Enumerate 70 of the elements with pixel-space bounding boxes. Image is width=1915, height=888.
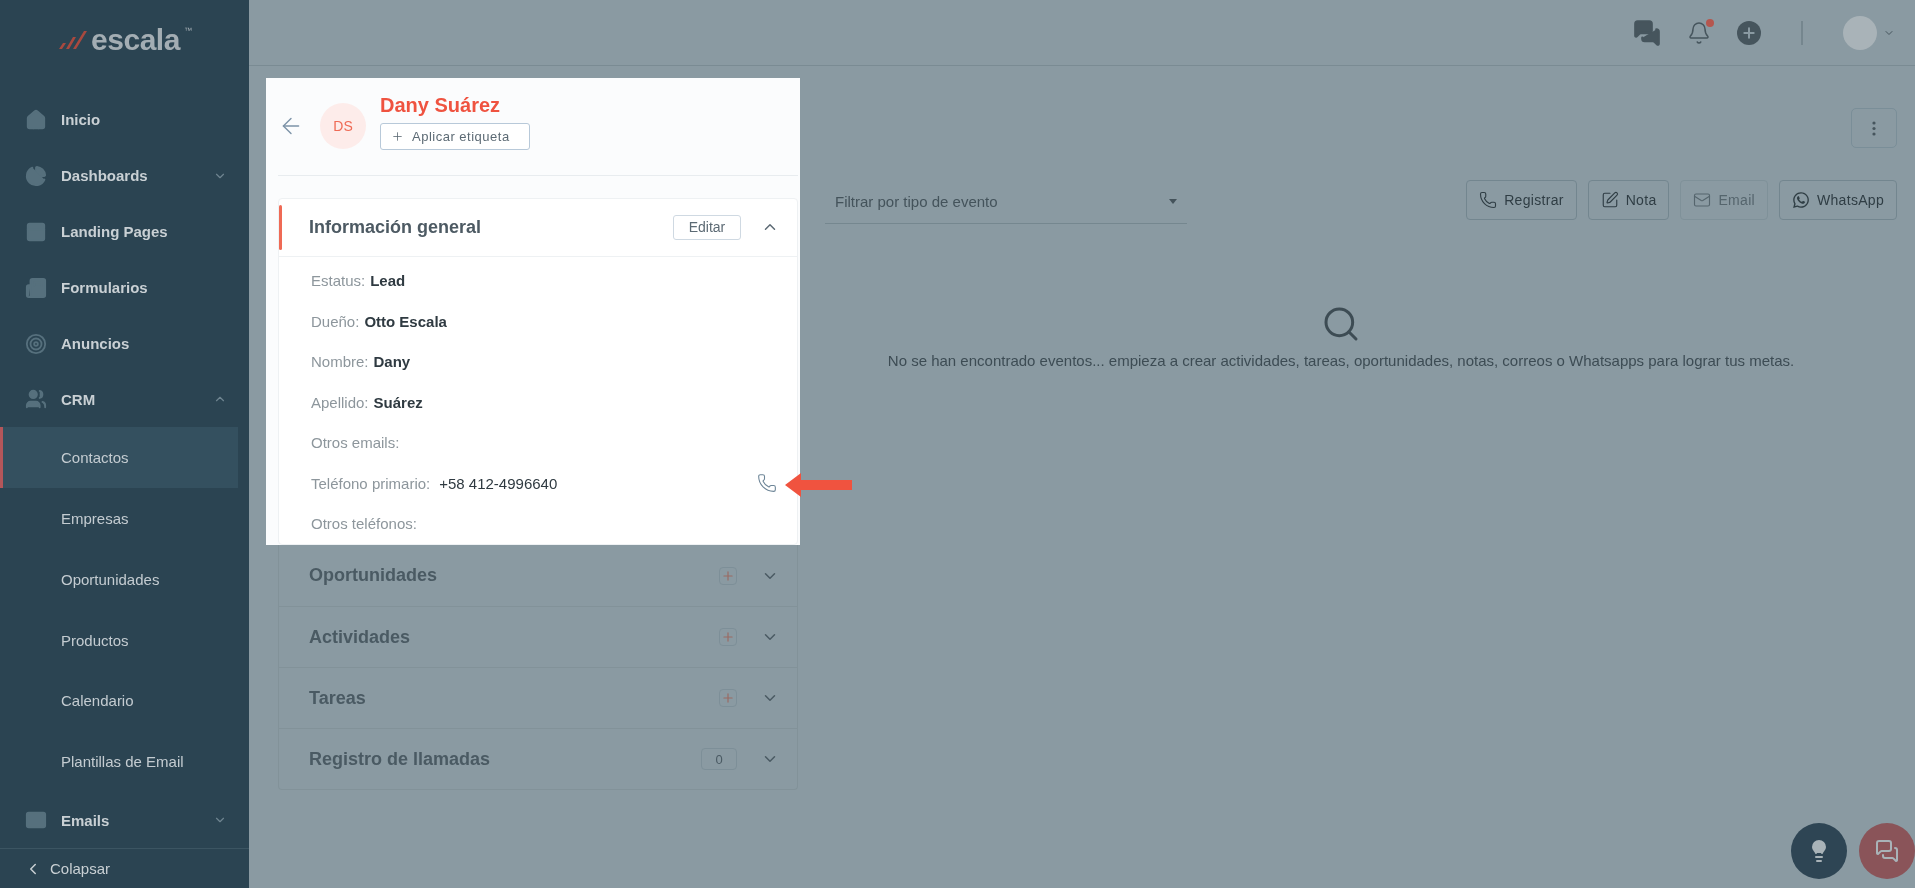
field-value: Suárez	[373, 393, 423, 411]
tips-button[interactable]	[1791, 823, 1847, 879]
target-icon	[25, 332, 47, 355]
add-button[interactable]	[719, 566, 737, 585]
add-button[interactable]	[719, 628, 737, 646]
add-icon[interactable]	[1737, 20, 1761, 45]
sidebar-item[interactable]: Dashboards	[0, 147, 249, 204]
count-badge: 0	[701, 748, 737, 770]
sidebar-subitem[interactable]: Oportunidades	[0, 548, 238, 610]
plus-icon	[391, 130, 404, 144]
phone-icon	[1479, 191, 1498, 209]
field-label: Otros emails:	[311, 434, 400, 452]
sidebar-item[interactable]: Formularios	[0, 259, 249, 316]
sidebar-subitem[interactable]: Plantillas de Email	[0, 731, 238, 793]
section-title: Información general	[309, 216, 483, 238]
pointer-arrow-icon	[785, 473, 852, 497]
section-title: Registro de llamadas	[309, 748, 492, 770]
edit-icon	[1600, 191, 1619, 209]
action-button[interactable]: Registrar	[1466, 180, 1577, 220]
field-label: Estatus:	[311, 272, 366, 290]
field-label: Dueño:	[311, 312, 360, 330]
action-button[interactable]: WhatsApp	[1779, 180, 1897, 220]
section-title: Actividades	[309, 626, 412, 648]
kebab-icon	[1872, 120, 1876, 136]
active-indicator	[279, 204, 282, 250]
sidebar-item[interactable]: Emails	[0, 792, 249, 848]
phone-icon[interactable]	[757, 473, 777, 494]
action-button[interactable]: Nota	[1587, 180, 1670, 220]
section-header[interactable]: Información general Editar	[279, 198, 797, 257]
contact-avatar: DS	[320, 103, 366, 150]
section-title: Oportunidades	[309, 565, 438, 586]
add-button[interactable]	[719, 689, 737, 707]
trademark: ™	[183, 26, 192, 35]
chat-button[interactable]	[1859, 823, 1915, 879]
field-value: Otto Escala	[364, 312, 447, 330]
sidebar-item[interactable]: Anuncios	[0, 315, 249, 372]
sidebar-item[interactable]: CRM	[0, 371, 249, 428]
users-icon	[25, 388, 47, 411]
logo-text: escala	[91, 23, 180, 57]
field-label: Nombre:	[311, 353, 369, 371]
field-label: Otros teléfonos:	[311, 515, 417, 533]
sidebar-subitem[interactable]: Empresas	[0, 488, 238, 549]
plus-icon	[721, 691, 735, 705]
apply-tag-button[interactable]: Aplicar etiqueta	[380, 123, 530, 151]
whatsapp-icon	[1792, 191, 1810, 209]
sidebar-item[interactable]: Landing Pages	[0, 203, 249, 260]
field-value: +58 412-4996640	[439, 474, 558, 492]
field-label: Teléfono primario:	[311, 474, 431, 492]
field-value: Dany	[373, 353, 411, 371]
plus-icon	[721, 568, 735, 583]
edit-button[interactable]: Editar	[673, 214, 741, 240]
user-avatar[interactable]	[1843, 15, 1877, 50]
plus-icon	[721, 630, 735, 644]
sidebar-item[interactable]: Inicio	[0, 92, 249, 148]
chat-icon[interactable]	[1633, 18, 1661, 47]
collapse-label: Colapsar	[50, 860, 111, 877]
contact-name: Dany Suárez	[380, 94, 502, 118]
chart-icon	[25, 164, 47, 187]
sidebar-subitem[interactable]: Productos	[0, 609, 238, 671]
dropdown-caret-icon	[1169, 199, 1177, 204]
sidebar-subitem[interactable]: Calendario	[0, 670, 238, 732]
field-value: Lead	[370, 272, 406, 290]
bell-icon[interactable]	[1687, 20, 1711, 45]
home-icon	[25, 108, 47, 131]
section-title: Tareas	[309, 687, 367, 709]
empty-message: No se han encontrado eventos... empieza a crear actividades, tareas, oportunidades, notas, correos o Whatsapps para lograr tus metas.	[887, 352, 1795, 369]
logo-icon	[57, 29, 88, 51]
field-label: Apellido:	[311, 393, 369, 411]
sidebar-subitem[interactable]: Contactos	[0, 427, 238, 489]
chat-icon	[1875, 839, 1899, 863]
